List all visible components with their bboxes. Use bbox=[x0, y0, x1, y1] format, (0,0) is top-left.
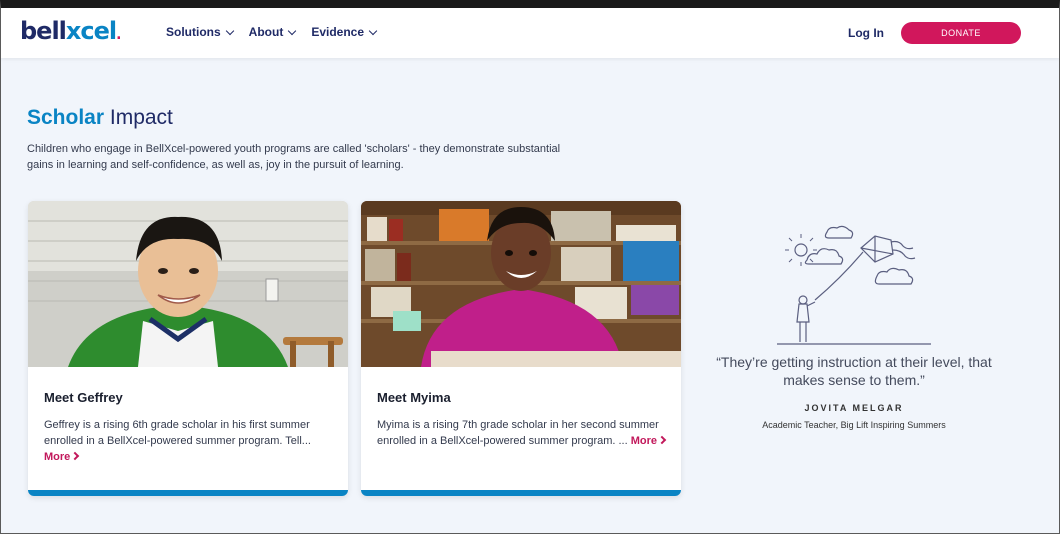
nav-evidence-label: Evidence bbox=[311, 25, 365, 39]
more-link-label: More bbox=[630, 435, 658, 447]
nav-solutions[interactable]: Solutions bbox=[166, 25, 234, 39]
login-link[interactable]: Log In bbox=[848, 26, 884, 40]
card-accent-bar bbox=[361, 490, 681, 496]
kite-illustration bbox=[771, 218, 941, 353]
scholar-photo-myima bbox=[361, 201, 681, 367]
site-header: bellxcel. Solutions About Evidence Log I… bbox=[1, 8, 1059, 58]
more-link[interactable]: More bbox=[44, 451, 80, 463]
nav-evidence[interactable]: Evidence bbox=[311, 25, 378, 39]
more-link-label: More bbox=[44, 451, 71, 463]
section-title-rest: Impact bbox=[109, 106, 173, 129]
donate-button[interactable]: DONATE bbox=[901, 22, 1021, 44]
logo[interactable]: bellxcel. bbox=[20, 17, 122, 45]
scholar-card[interactable]: Meet Myima Myima is a rising 7th grade s… bbox=[361, 201, 681, 496]
chevron-right-icon bbox=[71, 451, 80, 461]
scholar-description: Geffrey is a rising 6th grade scholar in… bbox=[44, 417, 339, 465]
logo-text-part2: xcel bbox=[65, 17, 117, 45]
testimonial-author: JOVITA MELGAR bbox=[804, 403, 904, 413]
chevron-right-icon bbox=[657, 435, 667, 445]
section-intro: Children who engage in BellXcel-powered … bbox=[27, 143, 561, 171]
nav-about-label: About bbox=[248, 25, 284, 39]
chevron-down-icon bbox=[225, 26, 234, 35]
testimonial-author-role: Academic Teacher, Big Lift Inspiring Sum… bbox=[762, 420, 946, 430]
page: bellxcel. Solutions About Evidence Log I… bbox=[0, 0, 1060, 534]
section-title-accent: Scholar bbox=[27, 106, 105, 129]
testimonial-quote: “They’re getting instruction at their le… bbox=[716, 354, 992, 388]
scholar-description-text: Myima is a rising 7th grade scholar in h… bbox=[377, 419, 659, 447]
card-accent-bar bbox=[28, 490, 348, 496]
logo-mark: . bbox=[116, 27, 121, 43]
scholar-photo-geffrey bbox=[28, 201, 348, 367]
nav-about[interactable]: About bbox=[248, 25, 297, 39]
chevron-down-icon bbox=[288, 26, 297, 35]
scholar-card[interactable]: Meet Geffrey Geffrey is a rising 6th gra… bbox=[28, 201, 348, 496]
chevron-down-icon bbox=[368, 26, 378, 35]
main-nav: Solutions About Evidence bbox=[166, 25, 378, 39]
nav-solutions-label: Solutions bbox=[166, 25, 221, 39]
scholar-description-text: Geffrey is a rising 6th grade scholar in… bbox=[44, 419, 311, 447]
logo-text-part1: bell bbox=[20, 17, 67, 45]
scholar-name: Meet Myima bbox=[377, 390, 451, 405]
scholar-name: Meet Geffrey bbox=[44, 390, 123, 405]
scholar-description: Myima is a rising 7th grade scholar in h… bbox=[377, 417, 672, 449]
section-title: Scholar Impact bbox=[27, 106, 173, 130]
more-link[interactable]: More bbox=[630, 435, 667, 447]
